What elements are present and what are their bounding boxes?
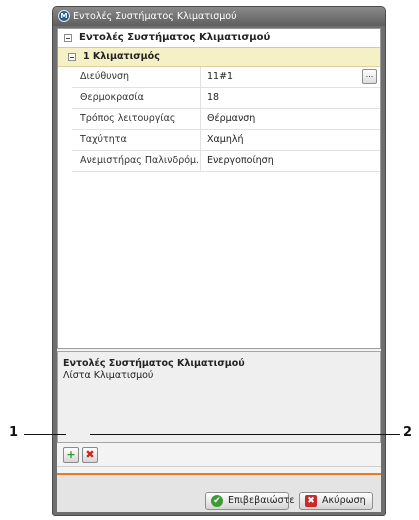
callout-line-1 <box>24 434 66 435</box>
callout-label-1: 1 <box>9 425 19 440</box>
grid-header[interactable]: Εντολές Συστήματος Κλιματισμού <box>58 29 380 48</box>
property-row-speed[interactable]: Ταχύτητα Χαμηλή <box>72 130 380 151</box>
description-panel: Εντολές Συστήματος Κλιματισμού Λίστα Κλι… <box>57 351 381 443</box>
air-conditioning-commands-dialog: M Εντολές Συστήματος Κλιματισμού Εντολές… <box>52 6 386 516</box>
check-icon: ✔ <box>211 495 223 507</box>
property-row-temperature[interactable]: Θερμοκρασία 18 <box>72 88 380 109</box>
property-name: Διεύθυνση <box>72 67 201 87</box>
description-title: Εντολές Συστήματος Κλιματισμού <box>63 358 245 369</box>
property-grid: Εντολές Συστήματος Κλιματισμού 1 Κλιματι… <box>57 28 381 349</box>
property-value[interactable]: Χαμηλή <box>201 130 380 150</box>
property-value[interactable]: 11#1 ... <box>201 67 380 87</box>
add-icon[interactable]: + <box>63 447 79 463</box>
list-toolbar: + ✖ <box>57 444 381 467</box>
property-name: Τρόπος λειτουργίας <box>72 109 201 129</box>
dialog-content: Εντολές Συστήματος Κλιματισμού 1 Κλιματι… <box>57 28 381 512</box>
remove-icon[interactable]: ✖ <box>82 447 98 463</box>
grid-header-label: Εντολές Συστήματος Κλιματισμού <box>79 32 271 43</box>
property-name: Ανεμιστήρας Παλινδρόμ... <box>72 151 201 171</box>
category-label: 1 Κλιματισμός <box>83 51 160 62</box>
browse-button[interactable]: ... <box>362 69 377 84</box>
dialog-footer: ✔ Επιβεβαιώστε ✖ Ακύρωση <box>57 475 381 512</box>
property-name: Ταχύτητα <box>72 130 201 150</box>
app-logo-icon: M <box>58 10 70 22</box>
description-text: Λίστα Κλιματισμού <box>63 370 154 381</box>
collapse-toggle-icon[interactable] <box>64 34 72 42</box>
title-bar[interactable]: M Εντολές Συστήματος Κλιματισμού <box>53 7 385 26</box>
close-icon: ✖ <box>305 495 317 507</box>
callout-label-2: 2 <box>403 425 413 440</box>
property-value[interactable]: 18 <box>201 88 380 108</box>
property-value[interactable]: Ενεργοποίηση <box>201 151 380 171</box>
callout-line-2 <box>90 434 400 435</box>
property-name: Θερμοκρασία <box>72 88 201 108</box>
collapse-toggle-icon[interactable] <box>68 53 76 61</box>
address-value: 11#1 <box>207 71 234 82</box>
property-row-swing-fan[interactable]: Ανεμιστήρας Παλινδρόμ... Ενεργοποίηση <box>72 151 380 172</box>
confirm-button[interactable]: ✔ Επιβεβαιώστε <box>205 492 295 510</box>
window-title: Εντολές Συστήματος Κλιματισμού <box>73 11 237 22</box>
category-row[interactable]: 1 Κλιματισμός <box>58 48 380 67</box>
property-row-mode[interactable]: Τρόπος λειτουργίας Θέρμανση <box>72 109 380 130</box>
confirm-button-label: Επιβεβαιώστε <box>228 495 295 506</box>
property-value[interactable]: Θέρμανση <box>201 109 380 129</box>
property-row-address[interactable]: Διεύθυνση 11#1 ... <box>72 67 380 88</box>
cancel-button-label: Ακύρωση <box>322 495 366 506</box>
cancel-button[interactable]: ✖ Ακύρωση <box>299 492 373 510</box>
